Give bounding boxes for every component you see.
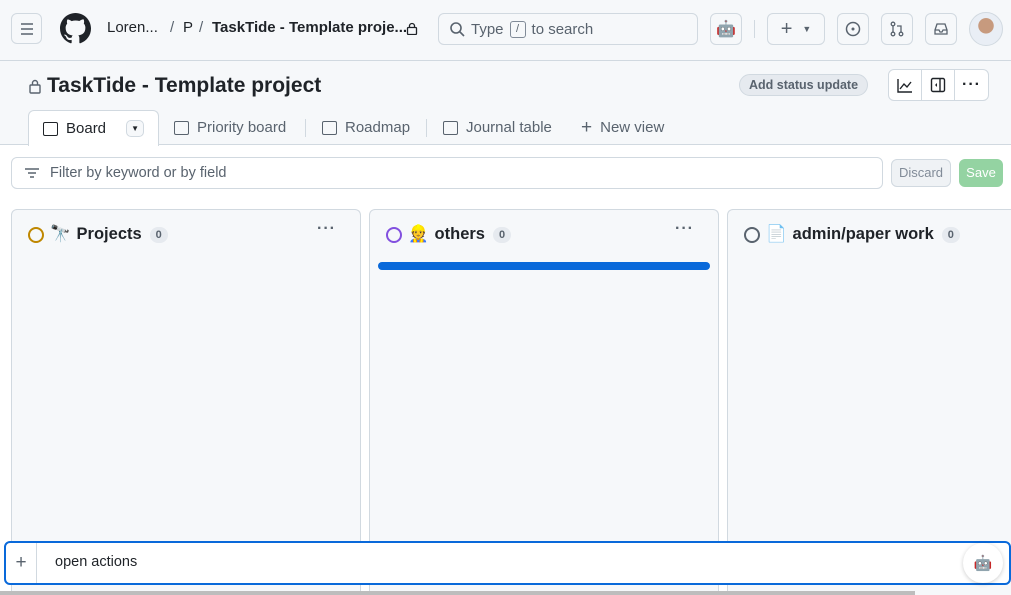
sidebar-icon xyxy=(930,77,946,93)
horizontal-scrollbar[interactable] xyxy=(0,591,915,595)
plus-icon: + xyxy=(581,116,593,138)
add-item-composer[interactable]: + open actions 🤖 xyxy=(4,541,1011,585)
top-header: Loren... / P / TaskTide - Template proje… xyxy=(0,0,1011,61)
column-title: Projects xyxy=(76,225,142,243)
kebab-horizontal-icon: ··· xyxy=(962,76,981,93)
hamburger-icon xyxy=(20,22,33,35)
tab-priority-board[interactable]: Priority board xyxy=(174,110,286,145)
search-placeholder-suffix: to search xyxy=(531,20,594,38)
breadcrumb-separator: / xyxy=(199,19,204,36)
tab-label: New view xyxy=(600,119,665,136)
board-icon xyxy=(174,120,189,135)
save-button[interactable]: Save xyxy=(959,159,1003,187)
telescope-icon: 🔭 xyxy=(50,225,71,243)
copilot-chat-button[interactable]: 🤖 xyxy=(963,543,1003,583)
status-circle-icon xyxy=(744,226,760,243)
discard-button[interactable]: Discard xyxy=(891,159,951,187)
issue-icon xyxy=(845,21,861,37)
lock-icon xyxy=(406,22,418,35)
tab-label: Journal table xyxy=(466,119,552,136)
pull-requests-button[interactable] xyxy=(881,13,913,45)
table-icon xyxy=(443,120,458,135)
insights-button[interactable] xyxy=(889,70,922,100)
caret-down-icon: ▼ xyxy=(802,24,812,34)
status-circle-icon xyxy=(28,226,44,243)
board-column-projects: 🔭 Projects 0 ··· xyxy=(11,209,361,595)
tab-options-button[interactable]: ▼ xyxy=(126,120,145,137)
copilot-button[interactable]: 🤖 xyxy=(710,13,742,45)
graph-icon xyxy=(897,79,912,93)
tab-divider xyxy=(426,119,427,137)
tab-journal-table[interactable]: Journal table xyxy=(443,110,552,145)
construction-worker-icon: 👷 xyxy=(408,225,429,243)
column-menu-button[interactable]: ··· xyxy=(317,220,336,238)
inbox-icon xyxy=(934,23,948,35)
new-view-button[interactable]: + New view xyxy=(581,110,664,145)
side-panel-button[interactable] xyxy=(922,70,955,100)
create-new-button[interactable]: + ▼ xyxy=(767,13,825,45)
board-column-others: 👷 others 0 ··· xyxy=(369,209,719,595)
breadcrumb-separator: / xyxy=(170,19,175,36)
tab-divider xyxy=(305,119,306,137)
item-count: 0 xyxy=(492,226,512,243)
issues-button[interactable] xyxy=(837,13,869,45)
inbox-button[interactable] xyxy=(925,13,957,45)
lock-icon xyxy=(29,79,41,94)
github-logo-icon[interactable] xyxy=(60,13,91,44)
filter-placeholder: Filter by keyword or by field xyxy=(50,165,227,181)
board-column-admin-paper-work: 📄 admin/paper work 0 xyxy=(727,209,1011,595)
tab-label: Roadmap xyxy=(345,119,411,136)
filter-icon xyxy=(25,168,39,178)
add-status-update-button[interactable]: Add status update xyxy=(739,74,869,96)
project-title: TaskTide - Template project xyxy=(47,74,322,97)
page-title: TaskTide - Template project xyxy=(28,74,321,98)
tab-roadmap[interactable]: Roadmap xyxy=(322,110,410,145)
breadcrumb-project[interactable]: TaskTide - Template proje... xyxy=(212,19,407,36)
add-item-button[interactable]: + xyxy=(6,543,37,583)
project-actions: ··· xyxy=(888,69,989,101)
divider xyxy=(754,20,755,38)
copilot-icon: 🤖 xyxy=(716,21,736,38)
copilot-icon: 🤖 xyxy=(973,555,993,572)
avatar[interactable] xyxy=(969,12,1003,46)
drop-indicator xyxy=(378,262,710,270)
shortcut-key: / xyxy=(509,20,526,38)
board-icon xyxy=(43,121,58,136)
filter-input[interactable]: Filter by keyword or by field xyxy=(11,157,883,189)
column-menu-button[interactable]: ··· xyxy=(675,220,694,238)
breadcrumb-owner[interactable]: Loren... xyxy=(107,19,158,36)
item-count: 0 xyxy=(941,226,960,243)
column-title: admin/paper work xyxy=(792,225,934,243)
project-header: TaskTide - Template project Add status u… xyxy=(0,61,1011,146)
search-placeholder: Type xyxy=(471,20,504,38)
item-count: 0 xyxy=(149,226,168,243)
search-input[interactable]: Type / to search xyxy=(438,13,698,45)
composer-input[interactable]: open actions xyxy=(55,554,137,570)
status-circle-icon xyxy=(386,226,402,243)
page-icon: 📄 xyxy=(766,225,787,243)
column-title: others xyxy=(434,225,485,243)
roadmap-icon xyxy=(322,120,337,135)
search-icon xyxy=(450,22,465,37)
plus-icon: + xyxy=(780,17,793,40)
tab-board[interactable]: Board ▼ xyxy=(28,110,160,146)
pull-request-icon xyxy=(890,21,904,37)
breadcrumb-p[interactable]: P xyxy=(183,19,193,36)
tab-label: Board xyxy=(66,120,107,137)
menu-button[interactable] xyxy=(11,13,42,44)
tab-label: Priority board xyxy=(197,119,287,136)
more-options-button[interactable]: ··· xyxy=(955,70,988,100)
